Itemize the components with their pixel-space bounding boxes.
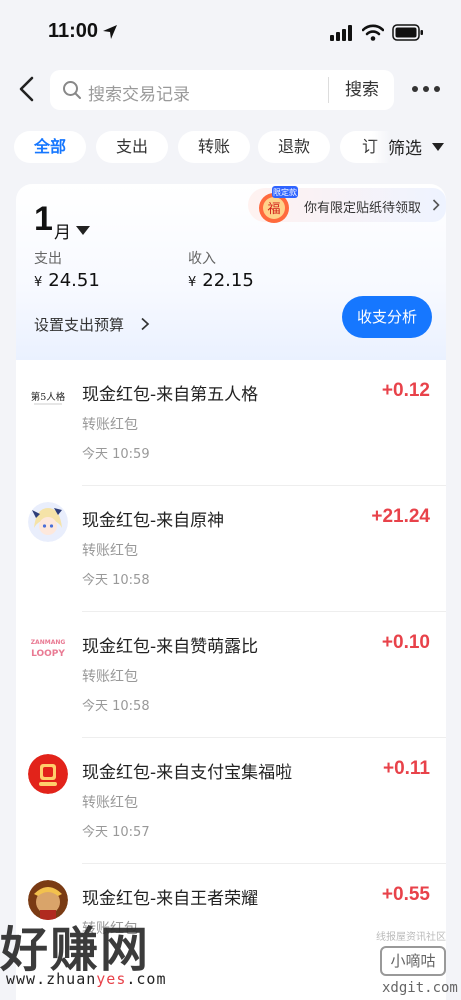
promo-text: 你有限定贴纸待领取 [304, 201, 422, 216]
month-number[interactable]: 1 [34, 200, 53, 239]
filter-chip-refund[interactable]: 退款 [258, 131, 330, 163]
wifi-icon [362, 24, 384, 41]
income-value: ¥22.15 [188, 270, 254, 291]
set-budget-link[interactable]: 设置支出预算 [34, 314, 124, 335]
transaction-title: 现金红包-来自第五人格 [82, 385, 259, 405]
summary-card: 1 月 限定款 福 你有限定贴纸待领取 支出 ¥24.51 收入 ¥22.15 … [16, 184, 446, 360]
filter-row: 全部 支出 转账 退款 订 筛选 [0, 128, 461, 168]
transaction-subtitle: 转账红包 [82, 417, 138, 433]
status-bar: 11:00 [0, 0, 461, 64]
transaction-title: 现金红包-来自原神 [82, 511, 225, 531]
transaction-row[interactable]: 现金红包-来自原神 转账红包 今天 10:58 +21.24 [16, 486, 446, 612]
cellular-signal-icon [330, 25, 352, 41]
transaction-subtitle: 转账红包 [82, 795, 138, 811]
svg-text:ZANMANG: ZANMANG [31, 639, 66, 646]
back-arrow-icon[interactable] [14, 74, 42, 104]
svg-text:福: 福 [267, 202, 280, 217]
expense-label: 支出 [34, 251, 62, 267]
more-options-icon[interactable] [412, 86, 442, 94]
search-input[interactable]: 搜索交易记录 搜索 [50, 70, 394, 110]
transaction-subtitle: 转账红包 [82, 669, 138, 685]
transaction-amount: +0.11 [382, 758, 430, 779]
transaction-time: 今天 10:57 [82, 825, 150, 840]
transaction-title: 现金红包-来自赞萌露比 [82, 637, 259, 657]
transaction-title: 现金红包-来自王者荣耀 [82, 889, 259, 909]
watermark-zhuanyes: 好赚网 www.zhuanyes.com [0, 908, 200, 1000]
watermark-url: www.zhuanyes.com [6, 970, 167, 988]
chevron-right-icon [141, 317, 150, 331]
income-label: 收入 [188, 251, 216, 267]
search-divider [328, 77, 329, 103]
filter-button[interactable]: 筛选 [388, 134, 422, 159]
identity-v-logo-icon: 第5人格 [28, 376, 68, 416]
search-icon [63, 81, 81, 99]
transaction-row[interactable]: 第5人格 现金红包-来自第五人格 转账红包 今天 10:59 +0.12 [16, 360, 446, 486]
transaction-time: 今天 10:59 [82, 447, 150, 462]
income-expense-analysis-button[interactable]: 收支分析 [342, 296, 432, 338]
svg-text:限定款: 限定款 [273, 187, 297, 197]
watermark-tag: 小嘀咕 [380, 946, 446, 976]
transaction-time: 今天 10:58 [82, 699, 150, 714]
transaction-amount: +21.24 [371, 506, 430, 527]
watermark-site: xdgit.com [382, 980, 458, 996]
loopy-logo-icon: ZANMANG LOOPY [28, 628, 68, 668]
transaction-row[interactable]: ZANMANG LOOPY 现金红包-来自赞萌露比 转账红包 今天 10:58 … [16, 612, 446, 738]
filter-caret-icon [432, 143, 444, 151]
transaction-amount: +0.12 [381, 380, 430, 401]
transaction-amount: +0.10 [381, 632, 430, 653]
svg-text:第5人格: 第5人格 [31, 391, 66, 403]
transaction-row[interactable]: 现金红包-来自支付宝集福啦 转账红包 今天 10:57 +0.11 [16, 738, 446, 864]
battery-icon [392, 24, 423, 41]
chevron-right-icon [432, 199, 440, 211]
expense-value: ¥24.51 [34, 270, 100, 291]
sticker-promo-banner[interactable]: 限定款 福 你有限定贴纸待领取 [248, 186, 446, 223]
transaction-time: 今天 10:58 [82, 573, 150, 588]
transaction-list: 第5人格 现金红包-来自第五人格 转账红包 今天 10:59 +0.12 现金红… [16, 360, 446, 1000]
fu-sticker-icon: 限定款 福 [259, 186, 298, 223]
watermark-small-text: 线报屋资讯社区 [376, 932, 446, 943]
transaction-subtitle: 转账红包 [82, 543, 138, 559]
search-button[interactable]: 搜索 [330, 70, 394, 110]
month-dropdown-icon[interactable] [76, 226, 90, 235]
status-time: 11:00 [48, 20, 99, 42]
search-placeholder: 搜索交易记录 [88, 85, 190, 105]
svg-text:LOOPY: LOOPY [31, 649, 65, 659]
filter-chip-transfer[interactable]: 转账 [178, 131, 250, 163]
filter-chip-expense[interactable]: 支出 [96, 131, 168, 163]
location-arrow-icon [103, 25, 117, 39]
transaction-amount: +0.55 [381, 884, 430, 905]
watermark-xdgit: 线报屋资讯社区 小嘀咕 xdgit.com [370, 920, 461, 1000]
top-bar: 搜索交易记录 搜索 [0, 64, 461, 116]
filter-chip-all[interactable]: 全部 [14, 131, 86, 163]
alipay-jifu-logo-icon [28, 754, 68, 794]
month-unit[interactable]: 月 [54, 218, 71, 243]
transaction-title: 现金红包-来自支付宝集福啦 [82, 763, 293, 783]
genshin-character-avatar-icon [28, 502, 68, 542]
